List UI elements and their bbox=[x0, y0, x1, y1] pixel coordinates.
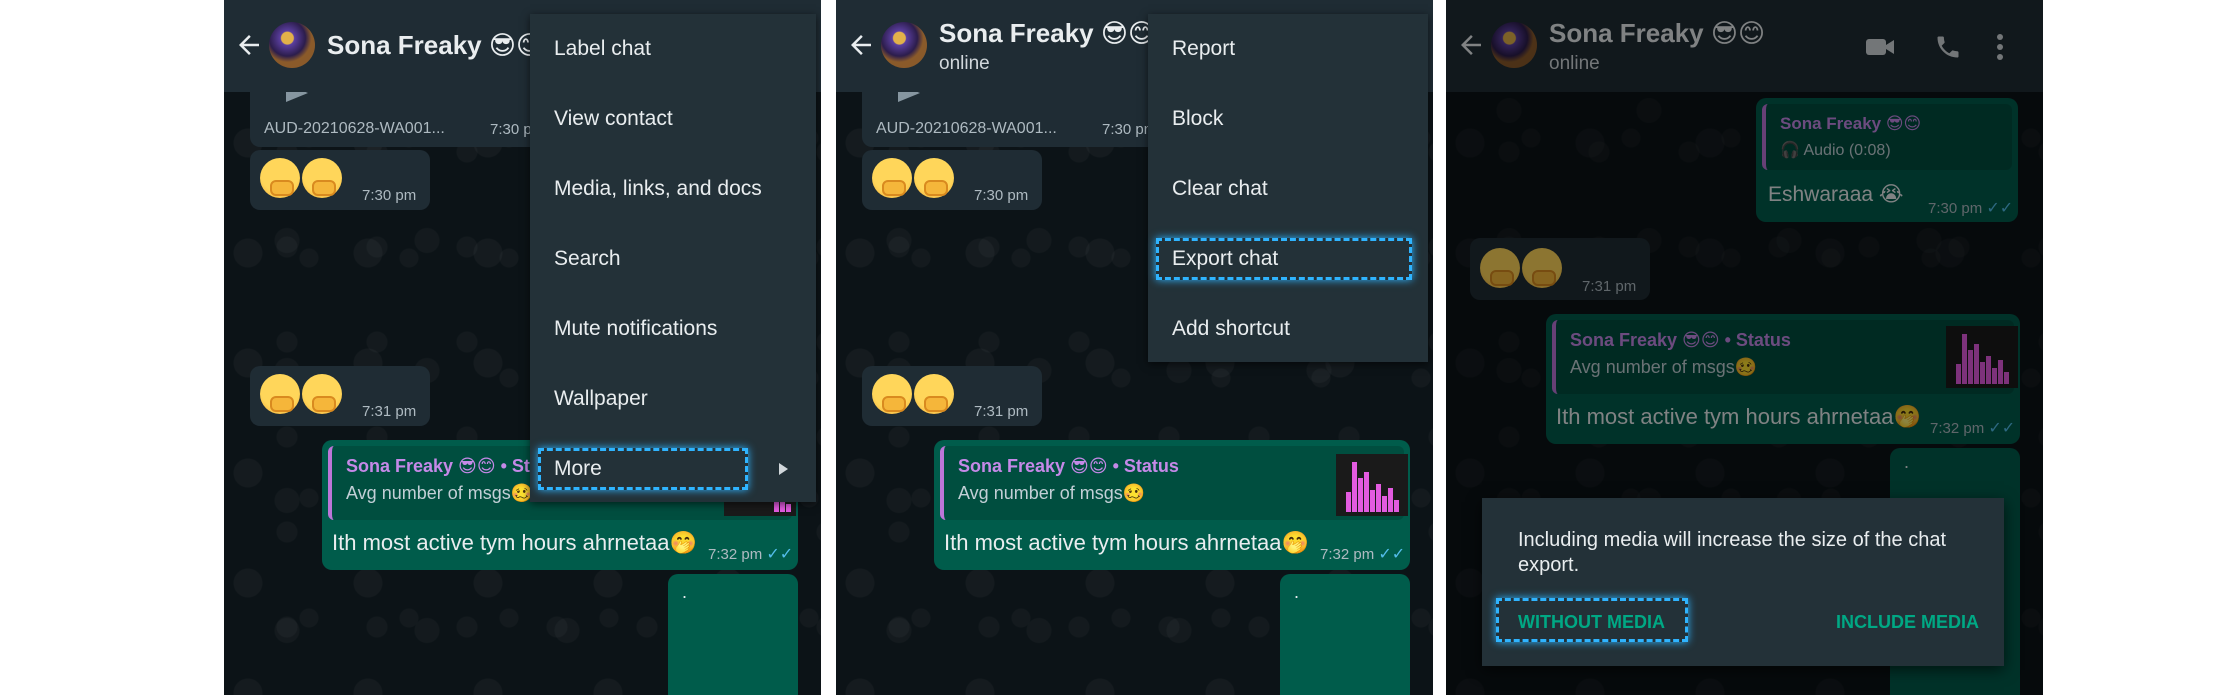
screen-3: Sona Freaky 😎😊 🎧 Audio (0:08) Eshwaraaa … bbox=[1446, 0, 2043, 695]
audio-filename: AUD-20210628-WA001... bbox=[876, 120, 1057, 137]
quoted-text: Avg number of msgs🥴 bbox=[346, 483, 534, 503]
face-hand-emoji bbox=[914, 374, 954, 414]
back-arrow-icon[interactable] bbox=[846, 30, 876, 60]
export-chat-dialog: Including media will increase the size o… bbox=[1482, 498, 2004, 666]
back-arrow-icon[interactable] bbox=[234, 30, 264, 60]
message-time: 7:32 pm ✓✓ bbox=[1320, 546, 1406, 563]
contact-status: online bbox=[939, 53, 990, 74]
media-message[interactable]: . bbox=[1280, 574, 1410, 695]
message-time: 7:30 pm bbox=[362, 187, 417, 204]
quoted-text: Avg number of msgs🥴 bbox=[958, 483, 1146, 503]
quoted-status[interactable]: Sona Freaky 😎😊 • Status Avg number of ms… bbox=[940, 446, 1408, 520]
screen-2: AUD-20210628-WA001... 7:30 pm 7:30 pm 7:… bbox=[836, 0, 1433, 695]
menu-item-clear-chat[interactable]: Clear chat bbox=[1148, 154, 1428, 224]
double-check-icon: ✓✓ bbox=[1378, 546, 1406, 563]
menu-item-label-chat[interactable]: Label chat bbox=[530, 14, 816, 84]
menu-item-media-links-docs[interactable]: Media, links, and docs bbox=[530, 154, 816, 224]
emoji-group bbox=[260, 374, 344, 419]
media-message[interactable]: . bbox=[668, 574, 798, 695]
face-hand-emoji bbox=[872, 374, 912, 414]
contact-name[interactable]: Sona Freaky 😎😊 bbox=[939, 18, 1155, 49]
overflow-menu: Report Block Clear chat Export chat Add … bbox=[1148, 14, 1428, 362]
message-time: 7:31 pm bbox=[362, 403, 417, 420]
message-text: Ith most active tym hours ahrnetaa🤭 bbox=[944, 530, 1309, 555]
overflow-menu: Label chat View contact Media, links, an… bbox=[530, 14, 816, 502]
emoji-message[interactable]: 7:30 pm bbox=[250, 150, 430, 210]
double-check-icon: ✓✓ bbox=[766, 546, 794, 563]
audio-filename: AUD-20210628-WA001... bbox=[264, 120, 445, 137]
message-text: Ith most active tym hours ahrnetaa🤭 bbox=[332, 530, 697, 555]
face-hand-emoji bbox=[302, 374, 342, 414]
screen-1: AUD-20210628-WA001... 7:30 pm 7:30 pm 7:… bbox=[224, 0, 821, 695]
emoji-group bbox=[872, 374, 956, 419]
menu-item-add-shortcut[interactable]: Add shortcut bbox=[1148, 294, 1428, 364]
message-time: 7:30 pm bbox=[974, 187, 1029, 204]
face-hand-emoji bbox=[260, 374, 300, 414]
contact-name[interactable]: Sona Freaky 😎😊 bbox=[327, 30, 543, 61]
status-reply-message[interactable]: Sona Freaky 😎😊 • Status Avg number of ms… bbox=[934, 440, 1410, 570]
emoji-message[interactable]: 7:30 pm bbox=[862, 150, 1042, 210]
include-media-button[interactable]: INCLUDE MEDIA bbox=[1836, 612, 1979, 633]
emoji-group bbox=[872, 158, 956, 203]
avatar[interactable] bbox=[269, 22, 315, 68]
menu-item-mute-notifications[interactable]: Mute notifications bbox=[530, 294, 816, 364]
face-hand-emoji bbox=[914, 158, 954, 198]
highlight-box bbox=[1496, 598, 1688, 642]
emoji-message[interactable]: 7:31 pm bbox=[250, 366, 430, 426]
dialog-message: Including media will increase the size o… bbox=[1518, 529, 1947, 576]
message-time: 7:31 pm bbox=[974, 403, 1029, 420]
quoted-author: Sona Freaky 😎😊 • Status bbox=[958, 456, 1179, 476]
emoji-group bbox=[260, 158, 344, 203]
highlight-box bbox=[1156, 238, 1412, 280]
menu-item-report[interactable]: Report bbox=[1148, 14, 1428, 84]
face-hand-emoji bbox=[260, 158, 300, 198]
chevron-right-icon bbox=[779, 463, 788, 475]
media-placeholder: . bbox=[682, 582, 688, 602]
menu-item-view-contact[interactable]: View contact bbox=[530, 84, 816, 154]
media-placeholder: . bbox=[1294, 582, 1300, 602]
status-thumbnail bbox=[1336, 454, 1408, 516]
face-hand-emoji bbox=[872, 158, 912, 198]
message-time: 7:32 pm ✓✓ bbox=[708, 546, 794, 563]
menu-item-search[interactable]: Search bbox=[530, 224, 816, 294]
emoji-message[interactable]: 7:31 pm bbox=[862, 366, 1042, 426]
face-hand-emoji bbox=[302, 158, 342, 198]
menu-item-block[interactable]: Block bbox=[1148, 84, 1428, 154]
highlight-box bbox=[538, 448, 748, 490]
menu-item-wallpaper[interactable]: Wallpaper bbox=[530, 364, 816, 434]
avatar[interactable] bbox=[881, 22, 927, 68]
